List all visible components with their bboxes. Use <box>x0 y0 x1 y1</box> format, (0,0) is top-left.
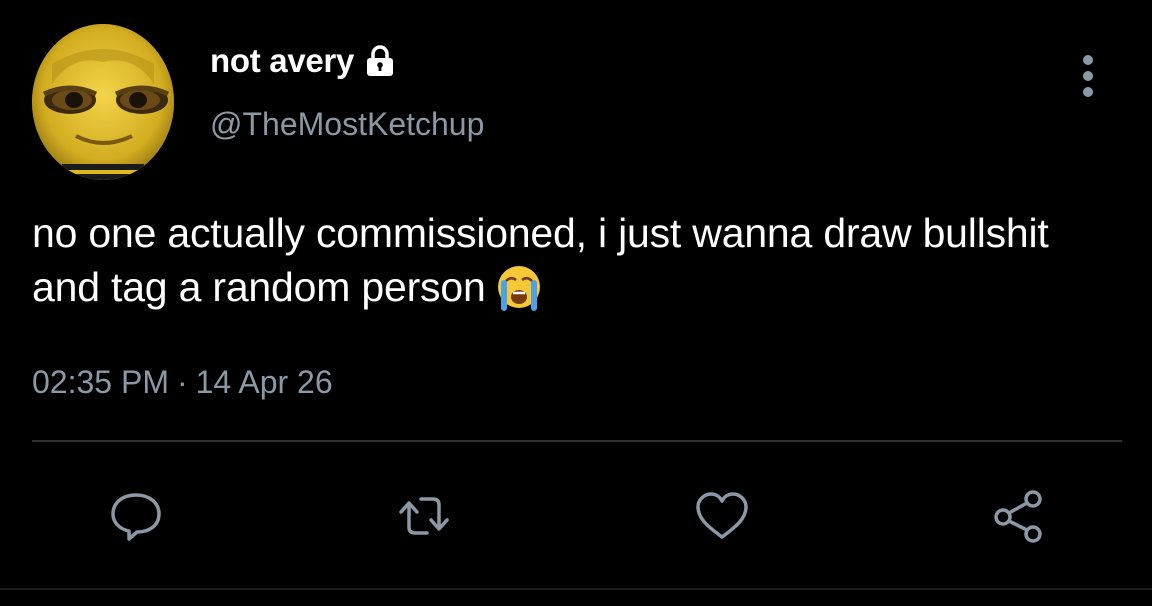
like-button[interactable] <box>692 486 752 546</box>
share-icon <box>994 490 1042 543</box>
more-vertical-icon[interactable] <box>1074 54 1102 98</box>
reply-button[interactable] <box>106 486 166 546</box>
bottom-divider <box>0 588 1152 590</box>
bee-face-avatar <box>32 24 174 180</box>
meta-separator: · <box>176 364 188 400</box>
divider <box>32 440 1122 442</box>
lock-icon <box>362 43 398 79</box>
share-button[interactable] <box>988 486 1048 546</box>
reply-icon <box>111 493 161 541</box>
retweet-button[interactable] <box>394 486 454 546</box>
tweet-text: no one actually commissioned, i just wan… <box>32 206 1122 314</box>
tweet-time: 02:35 PM <box>32 364 169 400</box>
tweet-timestamp: 02:35 PM · 14 Apr 26 <box>32 364 333 401</box>
heart-icon <box>696 492 748 539</box>
avatar[interactable] <box>32 24 174 180</box>
author-handle[interactable]: @TheMostKetchup <box>210 106 484 143</box>
display-name-text: not avery <box>210 42 355 79</box>
tweet-date: 14 Apr 26 <box>195 364 333 400</box>
retweet-icon <box>399 497 449 535</box>
author-display-name[interactable]: not avery <box>210 42 398 80</box>
loudly-crying-face-icon <box>494 261 544 311</box>
